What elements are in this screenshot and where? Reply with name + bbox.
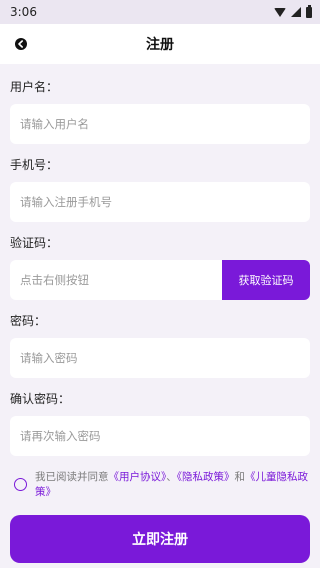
back-button[interactable] xyxy=(12,35,30,53)
wifi-icon xyxy=(274,7,286,17)
agreement-separator: 、 xyxy=(166,471,177,483)
password-input[interactable]: 请输入密码 xyxy=(10,338,310,378)
header-bar: 注册 xyxy=(0,24,320,64)
username-input[interactable]: 请输入用户名 xyxy=(10,104,310,144)
password-label: 密码： xyxy=(10,314,47,328)
battery-icon xyxy=(306,4,312,18)
page-title: 注册 xyxy=(146,37,174,53)
status-bar: 3:06 xyxy=(0,0,320,24)
agreement-text: 我已阅读并同意《用户协议》、《隐私政策》和《儿童隐私政策》 xyxy=(35,470,314,500)
signal-icon xyxy=(291,7,301,17)
code-label: 验证码： xyxy=(10,236,59,250)
register-button[interactable]: 立即注册 xyxy=(10,515,310,563)
confirm-password-label: 确认密码： xyxy=(10,392,71,406)
agreement-and: 和 xyxy=(234,471,246,483)
back-arrow-icon xyxy=(15,38,27,50)
agreement-row: 我已阅读并同意《用户协议》、《隐私政策》和《儿童隐私政策》 xyxy=(14,470,314,500)
code-input[interactable]: 点击右侧按钮 xyxy=(10,260,222,300)
agree-radio[interactable] xyxy=(14,478,27,491)
phone-input[interactable]: 请输入注册手机号 xyxy=(10,182,310,222)
status-time: 3:06 xyxy=(10,5,37,19)
agreement-prefix: 我已阅读并同意 xyxy=(35,471,109,483)
username-label: 用户名： xyxy=(10,80,59,94)
confirm-password-input[interactable]: 请再次输入密码 xyxy=(10,416,310,456)
privacy-policy-link[interactable]: 《隐私政策》 xyxy=(177,471,235,483)
get-code-button[interactable]: 获取验证码 xyxy=(222,260,310,300)
user-agreement-link[interactable]: 《用户协议》 xyxy=(109,471,167,483)
status-icons xyxy=(274,4,312,18)
register-form: 用户名： 请输入用户名 手机号： 请输入注册手机号 验证码： 点击右侧按钮 获取… xyxy=(0,78,320,456)
phone-label: 手机号： xyxy=(10,158,59,172)
code-row: 点击右侧按钮 获取验证码 xyxy=(10,260,310,300)
